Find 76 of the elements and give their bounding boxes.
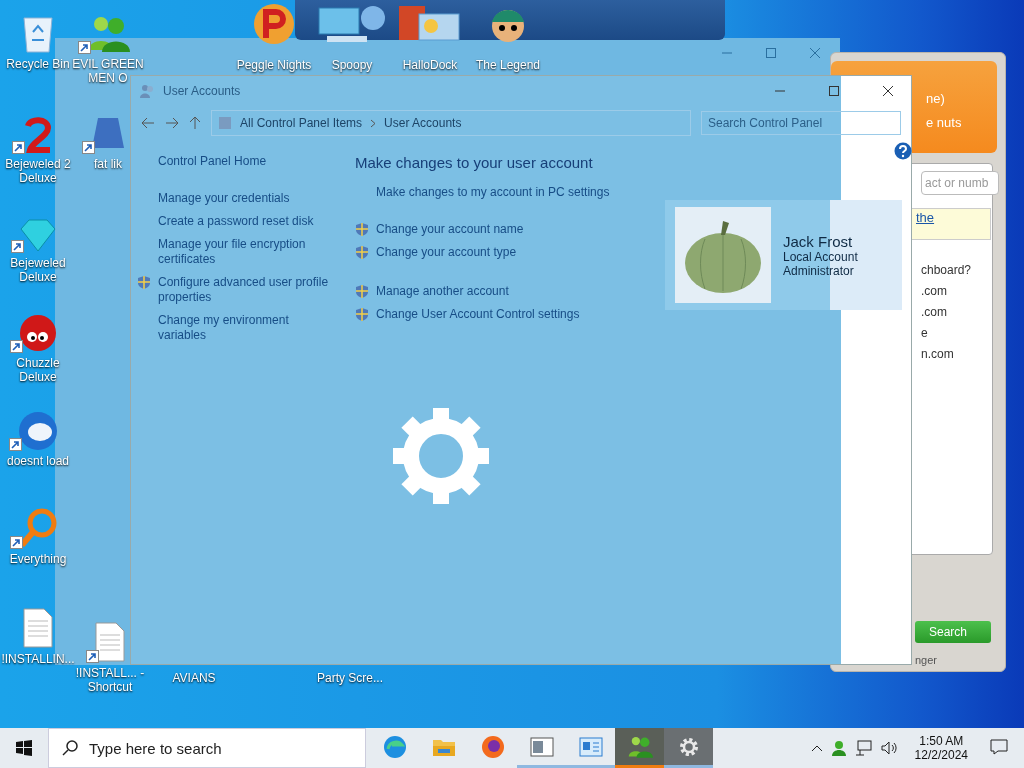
window-title: User Accounts (163, 84, 241, 98)
fox-icon (480, 734, 505, 759)
breadcrumb-item[interactable]: User Accounts (384, 116, 462, 130)
gem-icon (19, 217, 57, 253)
account-detail: Administrator (783, 263, 855, 278)
desktop-icon-label[interactable]: Bejeweled 2 Deluxe (0, 157, 76, 185)
users-icon (139, 83, 155, 99)
search-button[interactable]: Search (915, 621, 991, 643)
account-detail: Local Account (783, 249, 858, 264)
shield-icon (355, 307, 369, 322)
maximize-icon (766, 47, 776, 58)
desktop-icon-label[interactable]: Party Scre... (317, 671, 383, 685)
search-icon (62, 740, 78, 756)
gear-icon (677, 735, 700, 758)
desktop-icon-label[interactable]: Chuzzle Deluxe (0, 356, 76, 384)
list-entry[interactable]: chboard? (921, 263, 972, 284)
user-name: Jack Frost (783, 232, 854, 250)
taskbar-app-button[interactable] (615, 728, 664, 768)
sidebar-link[interactable]: Control Panel Home (137, 154, 267, 169)
maximize-icon (829, 85, 839, 96)
task-link[interactable]: Make changes to my account in PC settings (355, 185, 610, 200)
shield-icon (137, 275, 151, 290)
windows-logo-icon (16, 740, 32, 756)
list-entry[interactable]: e (921, 326, 972, 347)
desktop-icon-label[interactable]: !INSTALLIN... (1, 652, 75, 666)
peggle-icon (252, 2, 296, 46)
chevron-up-icon[interactable] (810, 744, 823, 752)
list-entry[interactable]: n.com (921, 347, 972, 368)
task-link[interactable]: Change User Account Control settings (355, 307, 580, 322)
search-field[interactable]: act or numb (921, 171, 999, 195)
card-icon (578, 736, 603, 757)
forward-arrow-icon[interactable] (165, 117, 179, 129)
status-text: nger (915, 654, 938, 666)
chevron-icon (370, 118, 377, 128)
mail-icon (17, 411, 59, 451)
desktop-icon-label[interactable]: AVIANS (172, 671, 216, 685)
task-link[interactable]: Change your account type (355, 245, 517, 260)
clock-date[interactable]: 12/2/2024 (914, 748, 968, 762)
task-link[interactable]: Manage another account (355, 284, 509, 299)
window-icon (529, 735, 554, 758)
speaker-icon[interactable] (880, 740, 899, 756)
people-icon (626, 734, 653, 759)
search-field[interactable]: Search Control Panel (701, 111, 901, 135)
taskbar-app-button[interactable] (664, 728, 713, 768)
close-icon (810, 47, 820, 58)
clock-time[interactable]: 1:50 AM (919, 734, 964, 748)
desktop-icon-label[interactable]: Bejeweled Deluxe (0, 256, 76, 284)
back-arrow-icon[interactable] (141, 117, 155, 129)
taskbar-search-field[interactable]: Type here to search (48, 728, 366, 768)
sidebar-link[interactable]: Manage your file encryption certificates (137, 237, 331, 267)
network-icon[interactable] (854, 740, 873, 756)
person-icon[interactable] (830, 740, 847, 756)
browser-icon (382, 734, 407, 759)
breadcrumb-item[interactable]: All Control Panel Items (240, 116, 363, 130)
help-icon[interactable] (894, 142, 912, 160)
sidebar-link[interactable]: Create a password reset disk (137, 214, 314, 229)
shield-icon (355, 284, 369, 299)
task-link[interactable]: Change your account name (355, 222, 524, 237)
sidebar-link[interactable]: Configure advanced user profile properties (137, 275, 331, 305)
control-panel-icon (218, 116, 232, 130)
close-icon (883, 85, 893, 96)
header-text[interactable]: e nuts (926, 115, 962, 130)
up-arrow-icon[interactable] (189, 116, 201, 130)
sidebar-link[interactable]: Manage your credentials (137, 191, 290, 206)
shield-icon (355, 222, 369, 237)
list-entry[interactable]: .com (921, 284, 972, 305)
sidebar-link[interactable]: Change my environment variables (137, 313, 331, 343)
shield-icon (355, 245, 369, 260)
section-heading: Make changes to your user account (355, 154, 594, 171)
ball-creature-icon (18, 313, 58, 353)
desktop-icon-label[interactable]: !INSTALL... - Shortcut (72, 666, 148, 694)
desktop-icon-label[interactable]: Everything (9, 552, 67, 566)
list-entry[interactable]: .com (921, 305, 972, 326)
notice-link[interactable]: the (916, 210, 935, 225)
address-bar[interactable]: All Control Panel Items User Accounts (211, 110, 691, 136)
document-icon (94, 621, 126, 663)
